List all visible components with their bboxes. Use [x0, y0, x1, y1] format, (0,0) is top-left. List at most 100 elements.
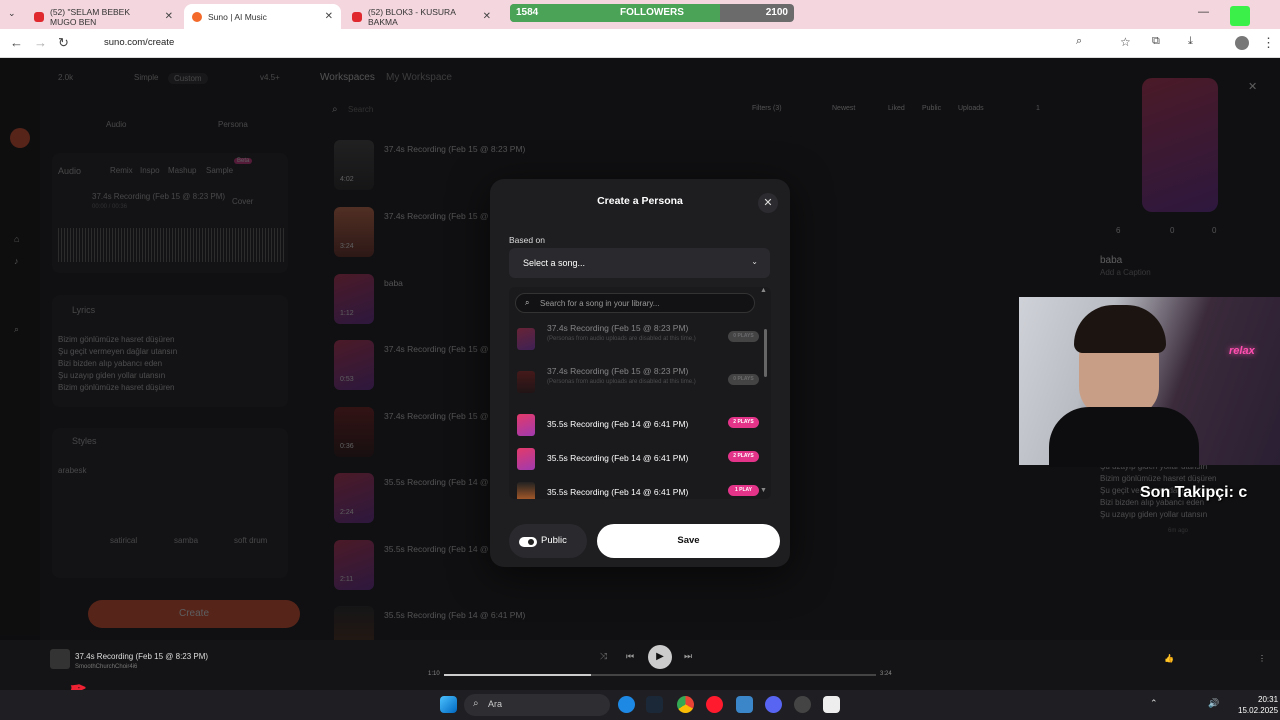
- add-audio-button[interactable]: Audio: [106, 120, 126, 129]
- url-field[interactable]: suno.com/create: [84, 32, 1144, 54]
- zoom-icon[interactable]: ⌕: [1076, 35, 1082, 48]
- song-title[interactable]: 37.4s Recording (Feb 15 @ 8:2: [384, 411, 503, 421]
- profile-avatar[interactable]: [1235, 36, 1249, 50]
- filter-uploads[interactable]: Uploads: [958, 105, 984, 112]
- more-icon[interactable]: ⋮: [1258, 654, 1266, 663]
- version-select[interactable]: v4.5+: [260, 73, 280, 82]
- filters-button[interactable]: Filters (3): [752, 105, 782, 112]
- song-title[interactable]: baba: [384, 278, 403, 288]
- song-title[interactable]: 37.4s Recording (Feb 15 @ 8:2: [384, 211, 503, 221]
- reload-icon[interactable]: ↻: [58, 35, 69, 51]
- bookmark-star-icon[interactable]: ☆: [1120, 35, 1131, 49]
- browser-tab-3[interactable]: (52) BLOK3 - KUSURA BAKMA ✕: [344, 4, 499, 29]
- create-icon[interactable]: ♪: [14, 256, 19, 266]
- lyrics-text[interactable]: Bizim gönlümüze hasret düşüren Şu geçit …: [58, 334, 177, 394]
- extensions-icon[interactable]: ⧉: [1152, 35, 1160, 48]
- previous-icon[interactable]: ⏮: [626, 651, 634, 662]
- breadcrumb-root[interactable]: Workspaces: [320, 72, 375, 83]
- next-icon[interactable]: ⏭: [684, 651, 692, 662]
- song-option[interactable]: 35.5s Recording (Feb 14 @ 6:41 PM) 2 PLA…: [517, 407, 759, 441]
- taskbar-search[interactable]: ⌕ Ara: [464, 694, 610, 716]
- obs-icon[interactable]: [794, 696, 811, 713]
- opera-icon[interactable]: [706, 696, 723, 713]
- kick-logo-icon: [1230, 6, 1250, 26]
- breadcrumb-current[interactable]: My Workspace: [386, 72, 452, 83]
- browser-tab-1[interactable]: (52) "SELAM BEBEK MUGO BEN ✕: [26, 4, 181, 29]
- progress-track[interactable]: [444, 674, 876, 676]
- close-tab-icon[interactable]: ✕: [483, 11, 491, 22]
- now-playing-title[interactable]: 37.4s Recording (Feb 15 @ 8:23 PM): [75, 652, 208, 661]
- song-option[interactable]: 35.5s Recording (Feb 14 @ 6:41 PM) 1 PLA…: [517, 475, 759, 499]
- song-title[interactable]: 35.5s Recording (Feb 14 @ 6:: [384, 544, 498, 554]
- add-persona-button[interactable]: Persona: [218, 120, 248, 129]
- modal-title: Create a Persona: [597, 195, 683, 207]
- song-search-input[interactable]: ⌕ Search for a song in your library...: [515, 293, 755, 313]
- tab-remix[interactable]: Remix: [110, 166, 133, 175]
- tab-mashup[interactable]: Mashup: [168, 166, 196, 175]
- song-title[interactable]: 35.5s Recording (Feb 14 @ 6:: [384, 477, 498, 487]
- filter-public[interactable]: Public: [922, 105, 941, 112]
- browser-tab-2[interactable]: Suno | AI Music ✕: [184, 4, 341, 29]
- edge-icon[interactable]: [618, 696, 635, 713]
- style-tag[interactable]: soft drum: [234, 536, 267, 545]
- windows-start-icon[interactable]: [440, 696, 457, 713]
- chrome-icon[interactable]: [677, 696, 694, 713]
- song-option[interactable]: 35.5s Recording (Feb 14 @ 6:41 PM) 2 PLA…: [517, 441, 759, 475]
- home-icon[interactable]: ⌂: [14, 234, 19, 244]
- caption-input[interactable]: Add a Caption: [1100, 268, 1151, 277]
- scroll-down-icon[interactable]: ▼: [760, 487, 767, 494]
- followers-progress-fill: [510, 4, 721, 22]
- download-icon[interactable]: ⤓: [1188, 35, 1193, 48]
- song-title[interactable]: 35.5s Recording (Feb 14 @ 6:41 PM): [384, 610, 525, 620]
- close-tab-icon[interactable]: ✕: [325, 11, 333, 22]
- search-nav-icon[interactable]: ⌕: [14, 324, 19, 335]
- song-title[interactable]: 37.4s Recording (Feb 15 @ 8:23 PM): [384, 144, 525, 154]
- waveform[interactable]: [58, 228, 284, 262]
- taskbar-clock[interactable]: 20:31 15.02.2025: [1238, 694, 1278, 716]
- close-modal-button[interactable]: ✕: [758, 193, 778, 213]
- settings-app-icon[interactable]: [736, 696, 753, 713]
- tab-sample[interactable]: Sample: [206, 166, 233, 175]
- play-count: 6: [1116, 226, 1121, 235]
- clip-mode-select[interactable]: Cover: [232, 197, 253, 206]
- detail-cover: [1142, 78, 1218, 212]
- filter-liked[interactable]: Liked: [888, 105, 905, 112]
- forward-icon[interactable]: →: [34, 35, 47, 50]
- browser-menu-icon[interactable]: ⋮: [1262, 35, 1275, 51]
- save-button[interactable]: Save: [597, 524, 780, 558]
- create-button[interactable]: Create: [88, 600, 300, 628]
- styles-section: [52, 428, 288, 578]
- play-button[interactable]: ▶: [648, 645, 672, 669]
- tab-inspo[interactable]: Inspo: [140, 166, 160, 175]
- steam-icon[interactable]: [646, 696, 663, 713]
- style-tag[interactable]: samba: [174, 536, 198, 545]
- dropdown-scrollbar[interactable]: [764, 329, 767, 377]
- public-toggle[interactable]: Public: [509, 524, 587, 558]
- like-icon[interactable]: 👍: [1164, 654, 1174, 663]
- sort-select[interactable]: Newest: [832, 105, 855, 112]
- library-search-input[interactable]: Search: [348, 105, 373, 114]
- mode-custom[interactable]: Custom: [168, 73, 208, 84]
- shuffle-icon[interactable]: ⤨: [600, 651, 607, 662]
- styles-input[interactable]: arabesk: [58, 466, 86, 475]
- discord-icon[interactable]: [765, 696, 782, 713]
- song-option-cover: [517, 448, 535, 470]
- based-on-label: Based on: [509, 235, 545, 245]
- app-icon[interactable]: [823, 696, 840, 713]
- back-icon[interactable]: ←: [10, 35, 23, 50]
- song-duration: 3:24: [340, 243, 354, 250]
- now-playing-artist[interactable]: SmoothChurchChoir4i6: [75, 664, 137, 670]
- close-tab-icon[interactable]: ✕: [165, 11, 173, 22]
- style-tag[interactable]: satirical: [110, 536, 137, 545]
- volume-icon[interactable]: 🔊: [1208, 698, 1219, 709]
- user-avatar[interactable]: [10, 128, 30, 148]
- clip-title: 37.4s Recording (Feb 15 @ 8:23 PM): [92, 192, 226, 201]
- close-panel-icon[interactable]: ✕: [1248, 80, 1257, 93]
- mode-simple[interactable]: Simple: [134, 73, 158, 82]
- minimize-icon[interactable]: —: [1198, 6, 1209, 18]
- song-title[interactable]: 37.4s Recording (Feb 15 @ 8:2: [384, 344, 503, 354]
- song-select-dropdown[interactable]: Select a song... ⌄: [509, 248, 770, 278]
- tab-list-icon[interactable]: ⌄: [8, 8, 16, 19]
- tray-chevron-icon[interactable]: ⌃: [1150, 698, 1158, 709]
- scroll-up-icon[interactable]: ▲: [760, 287, 767, 294]
